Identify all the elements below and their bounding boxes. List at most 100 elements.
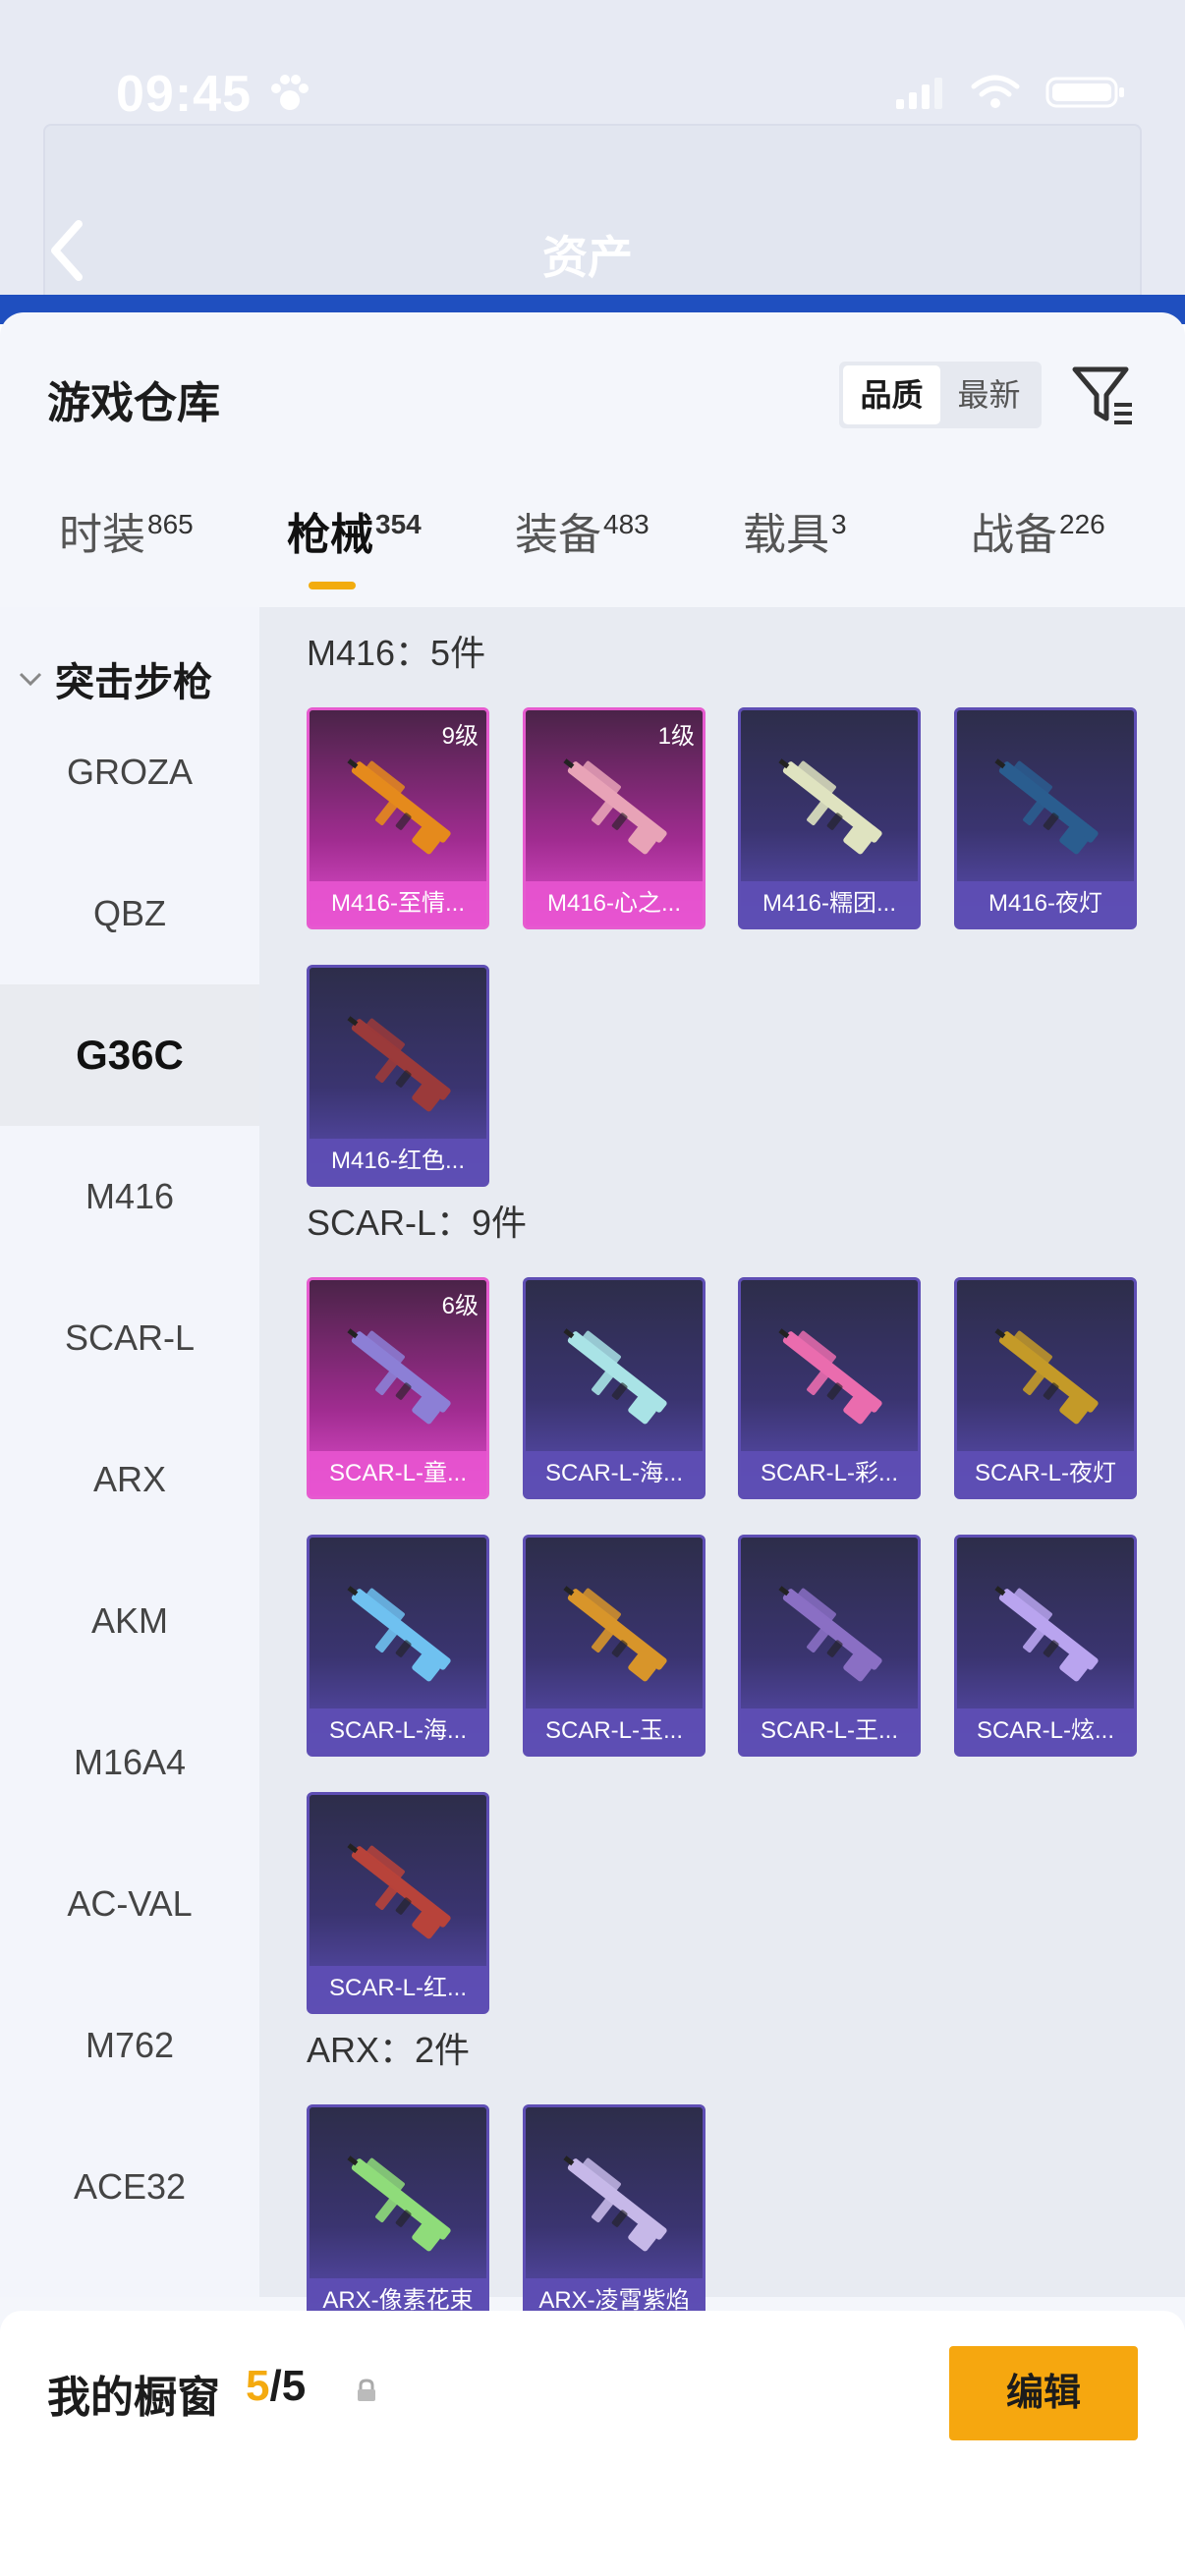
filter-icon[interactable]: [1071, 360, 1134, 430]
weapon-name: SCAR-L-海...: [310, 1708, 486, 1754]
sidebar-item-qbz[interactable]: QBZ: [0, 843, 259, 984]
rifle-icon: [778, 1586, 882, 1682]
rifle-icon: [347, 1328, 451, 1425]
rifle-icon: [347, 2156, 451, 2252]
sort-toggle[interactable]: 品质 最新: [839, 362, 1042, 428]
sidebar-item-scar-l[interactable]: SCAR-L: [0, 1267, 259, 1409]
weapon-card[interactable]: M416-红色...: [307, 965, 489, 1187]
weapon-name: SCAR-L-海...: [526, 1451, 703, 1496]
status-indicators: [894, 73, 1126, 112]
weapon-name: M416-红色...: [310, 1139, 486, 1184]
weapon-card[interactable]: SCAR-L-玉...: [523, 1535, 705, 1757]
rifle-icon: [347, 758, 451, 855]
tab-label: 枪械: [287, 511, 373, 559]
tab-label: 载具: [743, 511, 829, 559]
tab-vehicles[interactable]: 载具3: [743, 499, 847, 562]
rifle-icon: [563, 1586, 667, 1682]
weapon-card[interactable]: SCAR-L-王...: [738, 1535, 921, 1757]
rifle-icon: [347, 1016, 451, 1112]
rifle-icon: [994, 1328, 1099, 1425]
sidebar-item-ac-val[interactable]: AC-VAL: [0, 1833, 259, 1975]
rifle-icon: [778, 758, 882, 855]
weapon-name: M416-至情...: [310, 881, 486, 926]
tab-tactical[interactable]: 战备226: [971, 499, 1105, 562]
sidebar-group-assault-rifle[interactable]: 突击步枪: [18, 650, 212, 707]
tab-label: 时装: [59, 511, 145, 559]
rifle-icon: [347, 1586, 451, 1682]
weapon-card[interactable]: ARX-像素花束: [307, 2104, 489, 2326]
page-title: 资产: [542, 232, 633, 283]
weapon-card[interactable]: SCAR-L-海...: [523, 1277, 705, 1499]
sidebar-item-akm[interactable]: AKM: [0, 1550, 259, 1692]
weapon-card[interactable]: 1级 M416-心之...: [523, 707, 705, 929]
weapon-name: SCAR-L-彩...: [741, 1451, 918, 1496]
tab-firearms[interactable]: 枪械354: [287, 499, 422, 562]
weapon-name: SCAR-L-童...: [310, 1451, 486, 1496]
section-title-scar-l: SCAR-L：9件: [307, 1203, 528, 1243]
edit-button[interactable]: 编辑: [949, 2346, 1138, 2440]
background-header: 09:45 资产: [0, 0, 1185, 324]
weapon-card[interactable]: 9级 M416-至情...: [307, 707, 489, 929]
showcase-footer: 我的橱窗 5/5 编辑: [0, 2311, 1185, 2576]
signal-icon: [896, 78, 942, 109]
tab-count: 483: [603, 509, 649, 539]
showcase-total: /5: [269, 2362, 307, 2410]
section-title-m416: M416：5件: [307, 633, 486, 673]
showcase-label: 我的橱窗: [47, 2374, 220, 2422]
weapon-card[interactable]: SCAR-L-彩...: [738, 1277, 921, 1499]
tab-fashion[interactable]: 时装865: [59, 499, 194, 562]
weapon-name: SCAR-L-王...: [741, 1708, 918, 1754]
weapon-name: M416-糯团...: [741, 881, 918, 926]
battery-icon: [1045, 77, 1124, 108]
sidebar-item-m16a4[interactable]: M16A4: [0, 1692, 259, 1833]
section-title-arx: ARX：2件: [307, 2030, 471, 2070]
sidebar-item-groza[interactable]: GROZA: [0, 701, 259, 843]
weapon-level: 9级: [441, 723, 479, 750]
wifi-icon: [971, 75, 1020, 108]
inventory-sheet: 游戏仓库 品质 最新 时装865 枪械354 装备483 载具3 战备226 突…: [0, 312, 1185, 2576]
category-tabs: 时装865 枪械354 装备483 载具3 战备226: [0, 499, 1185, 597]
back-icon[interactable]: [43, 216, 92, 285]
weapon-name: M416-夜灯: [957, 881, 1134, 926]
rifle-icon: [994, 1586, 1099, 1682]
sort-option-quality[interactable]: 品质: [843, 365, 940, 424]
sidebar-item-arx[interactable]: ARX: [0, 1409, 259, 1550]
paw-icon: [271, 75, 309, 110]
tab-count: 865: [147, 509, 194, 539]
weapon-name: SCAR-L-夜灯: [957, 1451, 1134, 1496]
rifle-icon: [563, 758, 667, 855]
sidebar-item-m416[interactable]: M416: [0, 1126, 259, 1267]
weapon-name: SCAR-L-红...: [310, 1966, 486, 2011]
weapon-card[interactable]: 6级 SCAR-L-童...: [307, 1277, 489, 1499]
weapon-grid: M416：5件 SCAR-L：9件 ARX：2件 9级 M416-至情... 1级 M…: [259, 607, 1185, 2326]
sort-option-newest[interactable]: 最新: [940, 365, 1038, 424]
tab-count: 3: [831, 509, 847, 539]
tab-label: 战备: [971, 511, 1057, 559]
rifle-icon: [778, 1328, 882, 1425]
weapon-card[interactable]: SCAR-L-炫...: [954, 1535, 1137, 1757]
rifle-icon: [347, 1843, 451, 1939]
weapon-name: M416-心之...: [526, 881, 703, 926]
weapon-level: 6级: [441, 1293, 479, 1319]
weapon-card[interactable]: M416-糯团...: [738, 707, 921, 929]
showcase-current: 5: [246, 2362, 270, 2410]
weapon-card[interactable]: M416-夜灯: [954, 707, 1137, 929]
weapon-card[interactable]: ARX-凌霄紫焰: [523, 2104, 705, 2326]
active-tab-indicator: [309, 582, 356, 589]
sidebar-item-ace32[interactable]: ACE32: [0, 2116, 259, 2258]
sidebar-item-m762[interactable]: M762: [0, 1975, 259, 2116]
weapon-category-sidebar: 突击步枪 GROZA QBZ G36C M416 SCAR-L ARX AKM M16A4 A…: [0, 607, 259, 2297]
tab-equipment[interactable]: 装备483: [515, 499, 649, 562]
showcase-count: 5/5: [246, 2362, 306, 2411]
weapon-card[interactable]: SCAR-L-海...: [307, 1535, 489, 1757]
sidebar-item-g36c[interactable]: G36C: [0, 984, 259, 1126]
sidebar-group-label: 突击步枪: [55, 661, 212, 704]
weapon-card[interactable]: SCAR-L-夜灯: [954, 1277, 1137, 1499]
weapon-level: 1级: [657, 723, 695, 750]
lock-icon: [358, 2379, 375, 2401]
status-time: 09:45: [116, 66, 252, 123]
tab-label: 装备: [515, 511, 601, 559]
weapon-card[interactable]: SCAR-L-红...: [307, 1792, 489, 2014]
weapon-name: SCAR-L-玉...: [526, 1708, 703, 1754]
tab-count: 226: [1059, 509, 1105, 539]
